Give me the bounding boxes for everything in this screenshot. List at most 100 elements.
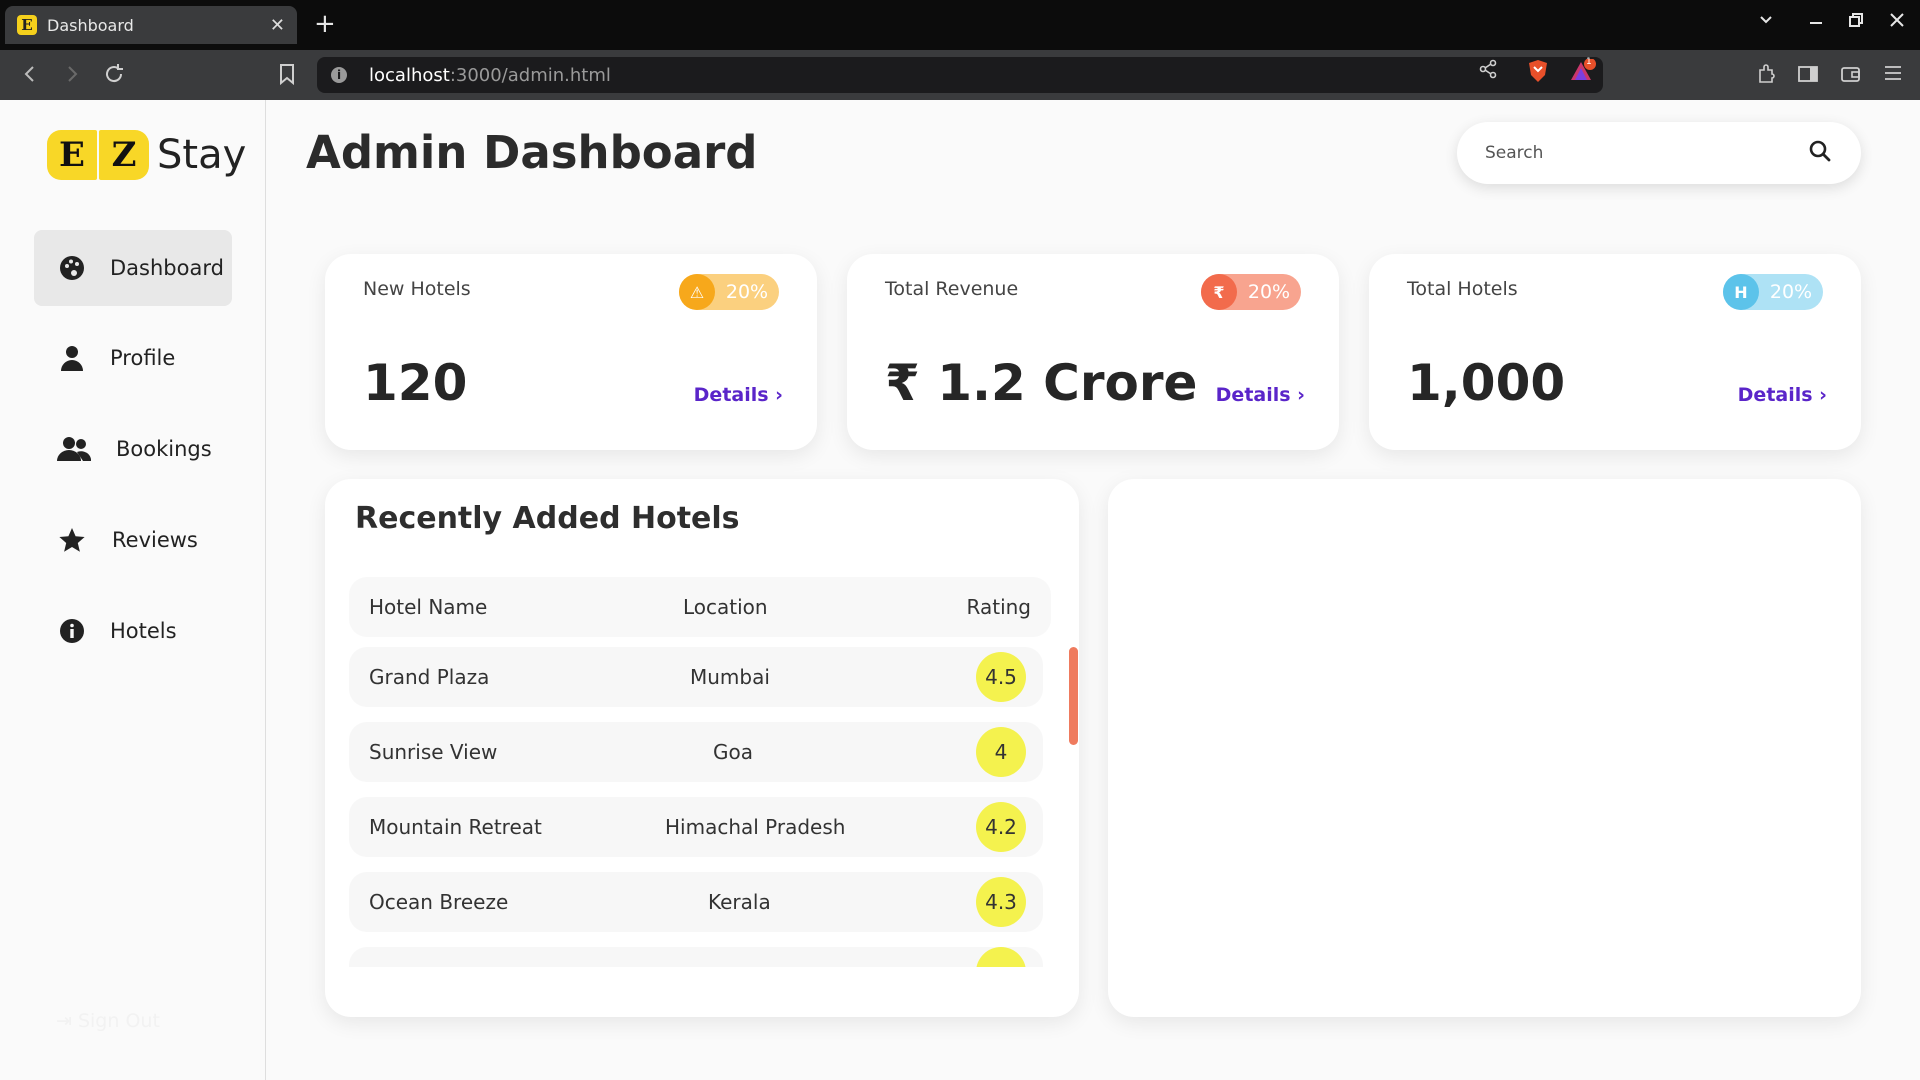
badge-percent: 20% [1247, 281, 1291, 303]
share-icon[interactable] [1478, 59, 1498, 84]
badge-percent: 20% [725, 281, 769, 303]
forward-icon[interactable] [62, 62, 82, 92]
browser-tab[interactable]: E Dashboard ✕ [5, 6, 297, 44]
rating-badge [976, 947, 1026, 967]
table-row[interactable]: Ocean Breeze Kerala 4.3 [349, 872, 1043, 932]
column-header-hotel-name: Hotel Name [369, 595, 488, 619]
restore-icon[interactable] [1848, 12, 1864, 33]
details-link[interactable]: Details › [694, 384, 783, 406]
card-title: New Hotels [363, 278, 471, 300]
card-title: Total Revenue [885, 278, 1019, 300]
total-revenue-card: Total Revenue ₹ 20% ₹ 1.2 Crore Details … [847, 254, 1339, 450]
brave-rewards-icon[interactable]: 1 [1570, 57, 1596, 88]
new-hotels-card: New Hotels ⚠ 20% 120 Details › [325, 254, 817, 450]
sidebar-item-label: Hotels [110, 619, 177, 643]
favicon: E [17, 15, 37, 35]
bookmark-icon[interactable] [278, 62, 296, 92]
close-tab-icon[interactable]: ✕ [270, 15, 285, 36]
sidebar-item-label: Bookings [116, 437, 212, 461]
new-tab-icon[interactable]: + [314, 10, 336, 38]
sidebar-item-profile[interactable]: Profile [34, 320, 232, 396]
back-icon[interactable] [20, 62, 40, 92]
site-info-icon[interactable]: i [331, 67, 347, 83]
sidebar-item-hotels[interactable]: Hotels [34, 593, 232, 669]
panel-title: Recently Added Hotels [355, 501, 740, 536]
minimize-icon[interactable] [1808, 10, 1824, 31]
reload-icon[interactable] [102, 62, 126, 92]
hotel-location: Kerala [708, 890, 771, 914]
address-bar[interactable]: i localhost:3000/admin.html [317, 57, 1603, 93]
rewards-count: 1 [1586, 57, 1592, 67]
column-header-rating: Rating [966, 595, 1031, 619]
rating-badge: 4 [976, 727, 1026, 777]
rating-badge: 4.3 [976, 877, 1026, 927]
page-title: Admin Dashboard [306, 126, 758, 179]
sidebar-item-label: Reviews [112, 528, 198, 552]
card-title: Total Hotels [1407, 278, 1518, 300]
page: E Z Stay Dashboard Profile Bookings Revi… [0, 100, 1920, 1080]
users-icon [56, 435, 92, 463]
sidebar: E Z Stay Dashboard Profile Bookings Revi… [0, 100, 266, 1080]
logo[interactable]: E Z Stay [47, 130, 246, 180]
badge-percent: 20% [1769, 281, 1813, 303]
search-icon[interactable] [1809, 140, 1831, 166]
rupee-icon: ₹ [1201, 274, 1237, 310]
card-value: 120 [363, 354, 468, 412]
total-hotels-card: Total Hotels H 20% 1,000 Details › [1369, 254, 1861, 450]
alert-triangle-icon: ⚠ [679, 274, 715, 310]
hotel-icon: H [1723, 274, 1759, 310]
table-body[interactable]: Grand Plaza Mumbai 4.5 Sunrise View Goa … [325, 647, 1085, 967]
hotel-location: Mumbai [690, 665, 770, 689]
url-host: localhost [369, 64, 450, 86]
sidebar-toggle-icon[interactable] [1797, 63, 1819, 90]
extensions-icon[interactable] [1756, 63, 1778, 90]
sidebar-item-dashboard[interactable]: Dashboard [34, 230, 232, 306]
recent-hotels-panel: Recently Added Hotels Hotel Name Locatio… [325, 479, 1079, 1017]
table-row[interactable]: Mountain Retreat Himachal Pradesh 4.2 [349, 797, 1043, 857]
sidebar-item-bookings[interactable]: Bookings [34, 411, 232, 487]
hotel-location: Himachal Pradesh [665, 815, 846, 839]
url-path: :3000/admin.html [449, 64, 611, 86]
table-row[interactable]: Grand Plaza Mumbai 4.5 [349, 647, 1043, 707]
rating-badge: 4.5 [976, 652, 1026, 702]
rating-badge: 4.2 [976, 802, 1026, 852]
logo-letter-z: Z [99, 130, 149, 180]
hotel-name: Mountain Retreat [369, 815, 542, 839]
brave-shield-icon[interactable] [1527, 59, 1549, 88]
hotel-name: Ocean Breeze [369, 890, 509, 914]
browser-tabstrip: E Dashboard ✕ + [0, 0, 1920, 50]
empty-panel [1108, 479, 1861, 1017]
wallet-icon[interactable] [1840, 63, 1862, 90]
card-value: ₹ 1.2 Crore [885, 354, 1198, 412]
card-badge: ₹ 20% [1201, 274, 1301, 310]
hotel-name: Grand Plaza [369, 665, 490, 689]
search-input[interactable] [1485, 143, 1809, 163]
info-icon [56, 617, 88, 645]
card-badge: H 20% [1723, 274, 1823, 310]
table-row[interactable]: Sunrise View Goa 4 [349, 722, 1043, 782]
column-header-location: Location [683, 595, 768, 619]
table-scrollbar[interactable] [1069, 647, 1078, 745]
menu-icon[interactable] [1883, 63, 1903, 88]
card-value: 1,000 [1407, 354, 1566, 412]
sign-out-link[interactable]: ⇥ Sign Out [56, 1010, 160, 1032]
tab-title: Dashboard [47, 15, 134, 35]
palette-icon [56, 254, 88, 282]
close-window-icon[interactable] [1889, 12, 1905, 33]
hotel-name: Sunrise View [369, 740, 498, 764]
logo-word: Stay [157, 132, 247, 178]
sidebar-item-label: Profile [110, 346, 176, 370]
star-icon [56, 526, 88, 554]
user-icon [56, 344, 88, 372]
sidebar-item-reviews[interactable]: Reviews [34, 502, 232, 578]
sidebar-item-label: Dashboard [110, 256, 224, 280]
table-row-partial[interactable] [349, 947, 1043, 967]
search-box[interactable] [1457, 122, 1861, 184]
details-link[interactable]: Details › [1216, 384, 1305, 406]
sign-out-label: Sign Out [77, 1010, 160, 1032]
details-link[interactable]: Details › [1738, 384, 1827, 406]
browser-toolbar: i localhost:3000/admin.html 1 [0, 50, 1920, 100]
tab-list-chevron-icon[interactable] [1758, 12, 1774, 33]
sign-out-icon: ⇥ [56, 1010, 72, 1032]
logo-letter-e: E [47, 130, 97, 180]
